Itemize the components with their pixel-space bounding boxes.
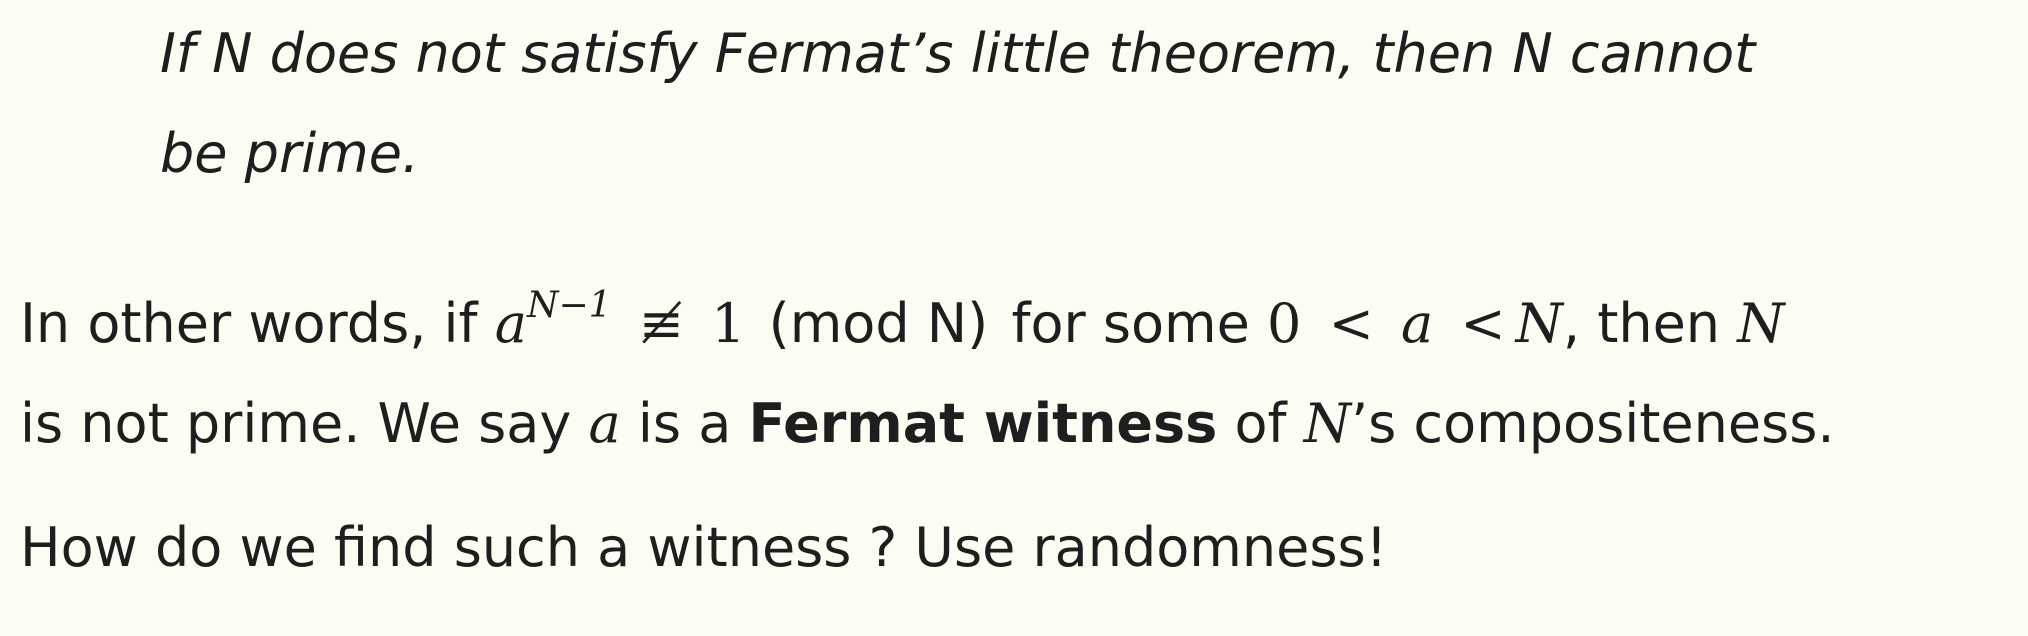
math-N-composite: N [1303,392,1351,455]
math-mod: (mod N) [768,292,989,355]
paragraph1-line2: is not prime. We say a is a Fermat witne… [20,392,1835,456]
math-less-than-2: < [1460,292,1506,355]
slide: If N does not satisfy Fermat’s little th… [0,0,2028,636]
math-less-than-1: < [1328,292,1374,355]
theorem-statement-line1: If N does not satisfy Fermat’s little th… [160,22,1756,85]
math-base-a: a [494,292,527,355]
math-zero: 0 [1267,292,1302,355]
paragraph1-line2-text-c: of [1234,392,1287,455]
theorem-statement-line2: be prime. [160,122,420,185]
math-a-witness: a [588,392,621,455]
paragraph1-line2-text-d: ’s compositeness. [1350,392,1835,455]
math-one: 1 [711,292,746,355]
paragraph1-line2-text-a: is not prime. We say [20,392,572,455]
paragraph1-line1: In other words, if aN−1 ≢ 1 (mod N) for … [20,287,1785,356]
math-a: a [1400,292,1434,355]
fermat-witness-term: Fermat witness [748,392,1218,455]
math-not-equiv: ≢ [638,292,684,355]
paragraph1-line2-text-b: is a [637,392,732,455]
paragraph1-text-a: In other words, if [20,292,478,355]
paragraph1-text-b: for some [1011,292,1250,355]
math-N: N [1515,292,1563,355]
math-N2: N [1737,292,1785,355]
math-exponent: N−1 [526,284,612,326]
paragraph2: How do we find such a witness ? Use rand… [20,516,1388,579]
paragraph1-text-c: , then [1562,292,1721,355]
